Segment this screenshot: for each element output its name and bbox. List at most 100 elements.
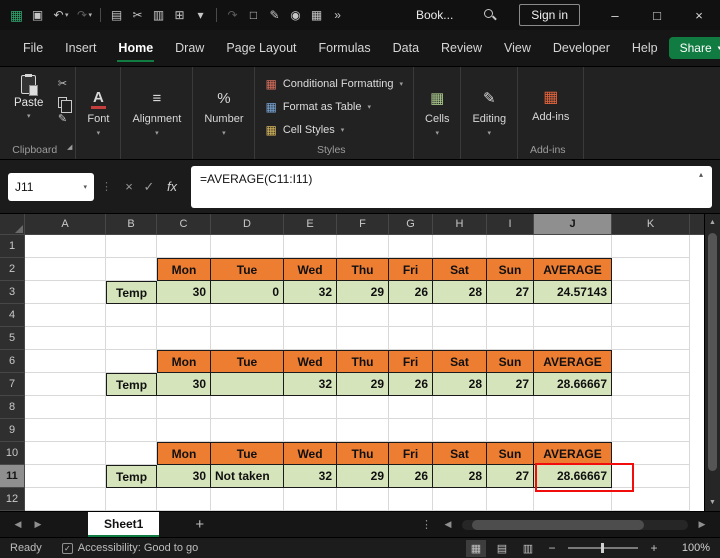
calculator-icon[interactable]: ⊞: [169, 4, 190, 26]
new-document-icon[interactable]: □: [243, 4, 264, 26]
cell-E12[interactable]: [284, 488, 337, 511]
cell-E8[interactable]: [284, 396, 337, 419]
ribbon-group-cells[interactable]: ▦ Cells ▾: [414, 67, 462, 159]
cell-A10[interactable]: [25, 442, 106, 465]
cell-C9[interactable]: [157, 419, 211, 442]
menu-tab-draw[interactable]: Draw: [164, 30, 215, 66]
column-header-B[interactable]: B: [106, 214, 157, 235]
cell-K1[interactable]: [612, 235, 690, 258]
cell-D11[interactable]: Not taken: [211, 465, 284, 488]
cell-H9[interactable]: [433, 419, 487, 442]
cell-E2[interactable]: Wed: [284, 258, 337, 281]
cell-G7[interactable]: 26: [389, 373, 433, 396]
cell-C1[interactable]: [157, 235, 211, 258]
cell-E5[interactable]: [284, 327, 337, 350]
row-header-9[interactable]: 9: [0, 419, 25, 442]
cell-D3[interactable]: 0: [211, 281, 284, 304]
zoom-in-button[interactable]: +: [646, 541, 662, 555]
toolbar-dropdown-icon[interactable]: ▾: [190, 4, 211, 26]
cell-H11[interactable]: 28: [433, 465, 487, 488]
cell-H4[interactable]: [433, 304, 487, 327]
excel-logo[interactable]: ▦: [6, 4, 27, 26]
cell-E4[interactable]: [284, 304, 337, 327]
save-icon[interactable]: ▣: [27, 4, 48, 26]
row-header-11[interactable]: 11: [0, 465, 25, 488]
row-header-8[interactable]: 8: [0, 396, 25, 419]
cell-B4[interactable]: [106, 304, 157, 327]
cell-K8[interactable]: [612, 396, 690, 419]
redo-gray-icon[interactable]: ↷: [222, 4, 243, 26]
menu-tab-home[interactable]: Home: [107, 30, 164, 66]
cell-E1[interactable]: [284, 235, 337, 258]
pen-icon[interactable]: ✎: [264, 4, 285, 26]
formula-input[interactable]: =AVERAGE(C11:I11) ▴: [191, 165, 712, 208]
cell-J1[interactable]: [534, 235, 612, 258]
chevron-down-icon[interactable]: ▾: [65, 11, 69, 19]
row-header-10[interactable]: 10: [0, 442, 25, 465]
cell-K4[interactable]: [612, 304, 690, 327]
row-header-2[interactable]: 2: [0, 258, 25, 281]
cell-I4[interactable]: [487, 304, 534, 327]
cell-J8[interactable]: [534, 396, 612, 419]
cell-K2[interactable]: [612, 258, 690, 281]
cell-F10[interactable]: Thu: [337, 442, 389, 465]
cell-I12[interactable]: [487, 488, 534, 511]
menu-tab-insert[interactable]: Insert: [54, 30, 107, 66]
ribbon-button-format-as-table[interactable]: ▦ Format as Table ▾: [265, 96, 403, 117]
cell-C2[interactable]: Mon: [157, 258, 211, 281]
chevron-down-icon[interactable]: ▾: [83, 183, 87, 191]
cell-B6[interactable]: [106, 350, 157, 373]
cell-E10[interactable]: Wed: [284, 442, 337, 465]
cell-G11[interactable]: 26: [389, 465, 433, 488]
cell-K6[interactable]: [612, 350, 690, 373]
ribbon-button-conditional-formatting[interactable]: ▦ Conditional Formatting ▾: [265, 73, 403, 94]
cell-B3[interactable]: Temp: [106, 281, 157, 304]
cell-F7[interactable]: 29: [337, 373, 389, 396]
cell-E6[interactable]: Wed: [284, 350, 337, 373]
cell-A5[interactable]: [25, 327, 106, 350]
cell-A4[interactable]: [25, 304, 106, 327]
cell-E3[interactable]: 32: [284, 281, 337, 304]
column-header-I[interactable]: I: [487, 214, 534, 235]
insert-function-button[interactable]: fx: [159, 179, 185, 194]
clipboard-icon[interactable]: ▤: [106, 4, 127, 26]
cell-I3[interactable]: 27: [487, 281, 534, 304]
cell-D6[interactable]: Tue: [211, 350, 284, 373]
scroll-up-icon[interactable]: ▲: [705, 214, 720, 231]
cell-J3[interactable]: 24.57143: [534, 281, 612, 304]
cell-I9[interactable]: [487, 419, 534, 442]
cell-H2[interactable]: Sat: [433, 258, 487, 281]
cell-I6[interactable]: Sun: [487, 350, 534, 373]
column-header-F[interactable]: F: [337, 214, 389, 235]
overflow-chevron-icon[interactable]: »: [327, 4, 348, 26]
cell-C3[interactable]: 30: [157, 281, 211, 304]
search-icon[interactable]: [483, 8, 497, 22]
paste-button[interactable]: Paste ▾: [8, 73, 49, 122]
ribbon-group-editing[interactable]: ✎ Editing ▾: [461, 67, 519, 159]
cell-A11[interactable]: [25, 465, 106, 488]
cell-A6[interactable]: [25, 350, 106, 373]
hscroll-right-icon[interactable]: ▶: [692, 519, 712, 530]
cell-G6[interactable]: Fri: [389, 350, 433, 373]
row-header-4[interactable]: 4: [0, 304, 25, 327]
row-header-3[interactable]: 3: [0, 281, 25, 304]
row-header-6[interactable]: 6: [0, 350, 25, 373]
cell-I5[interactable]: [487, 327, 534, 350]
row-header-7[interactable]: 7: [0, 373, 25, 396]
cell-G1[interactable]: [389, 235, 433, 258]
cell-F1[interactable]: [337, 235, 389, 258]
cell-F3[interactable]: 29: [337, 281, 389, 304]
normal-view-button[interactable]: ▦: [466, 539, 486, 557]
cell-A9[interactable]: [25, 419, 106, 442]
share-button[interactable]: Share ▾: [668, 37, 720, 59]
cell-A1[interactable]: [25, 235, 106, 258]
cell-D4[interactable]: [211, 304, 284, 327]
cell-F6[interactable]: Thu: [337, 350, 389, 373]
add-ins-button[interactable]: ▦ Add-ins: [518, 67, 583, 143]
zoom-slider[interactable]: [568, 543, 638, 553]
dialog-launcher-icon[interactable]: ◢: [67, 141, 72, 155]
row-header-5[interactable]: 5: [0, 327, 25, 350]
cell-B1[interactable]: [106, 235, 157, 258]
menu-tab-file[interactable]: File: [12, 30, 54, 66]
cell-D1[interactable]: [211, 235, 284, 258]
